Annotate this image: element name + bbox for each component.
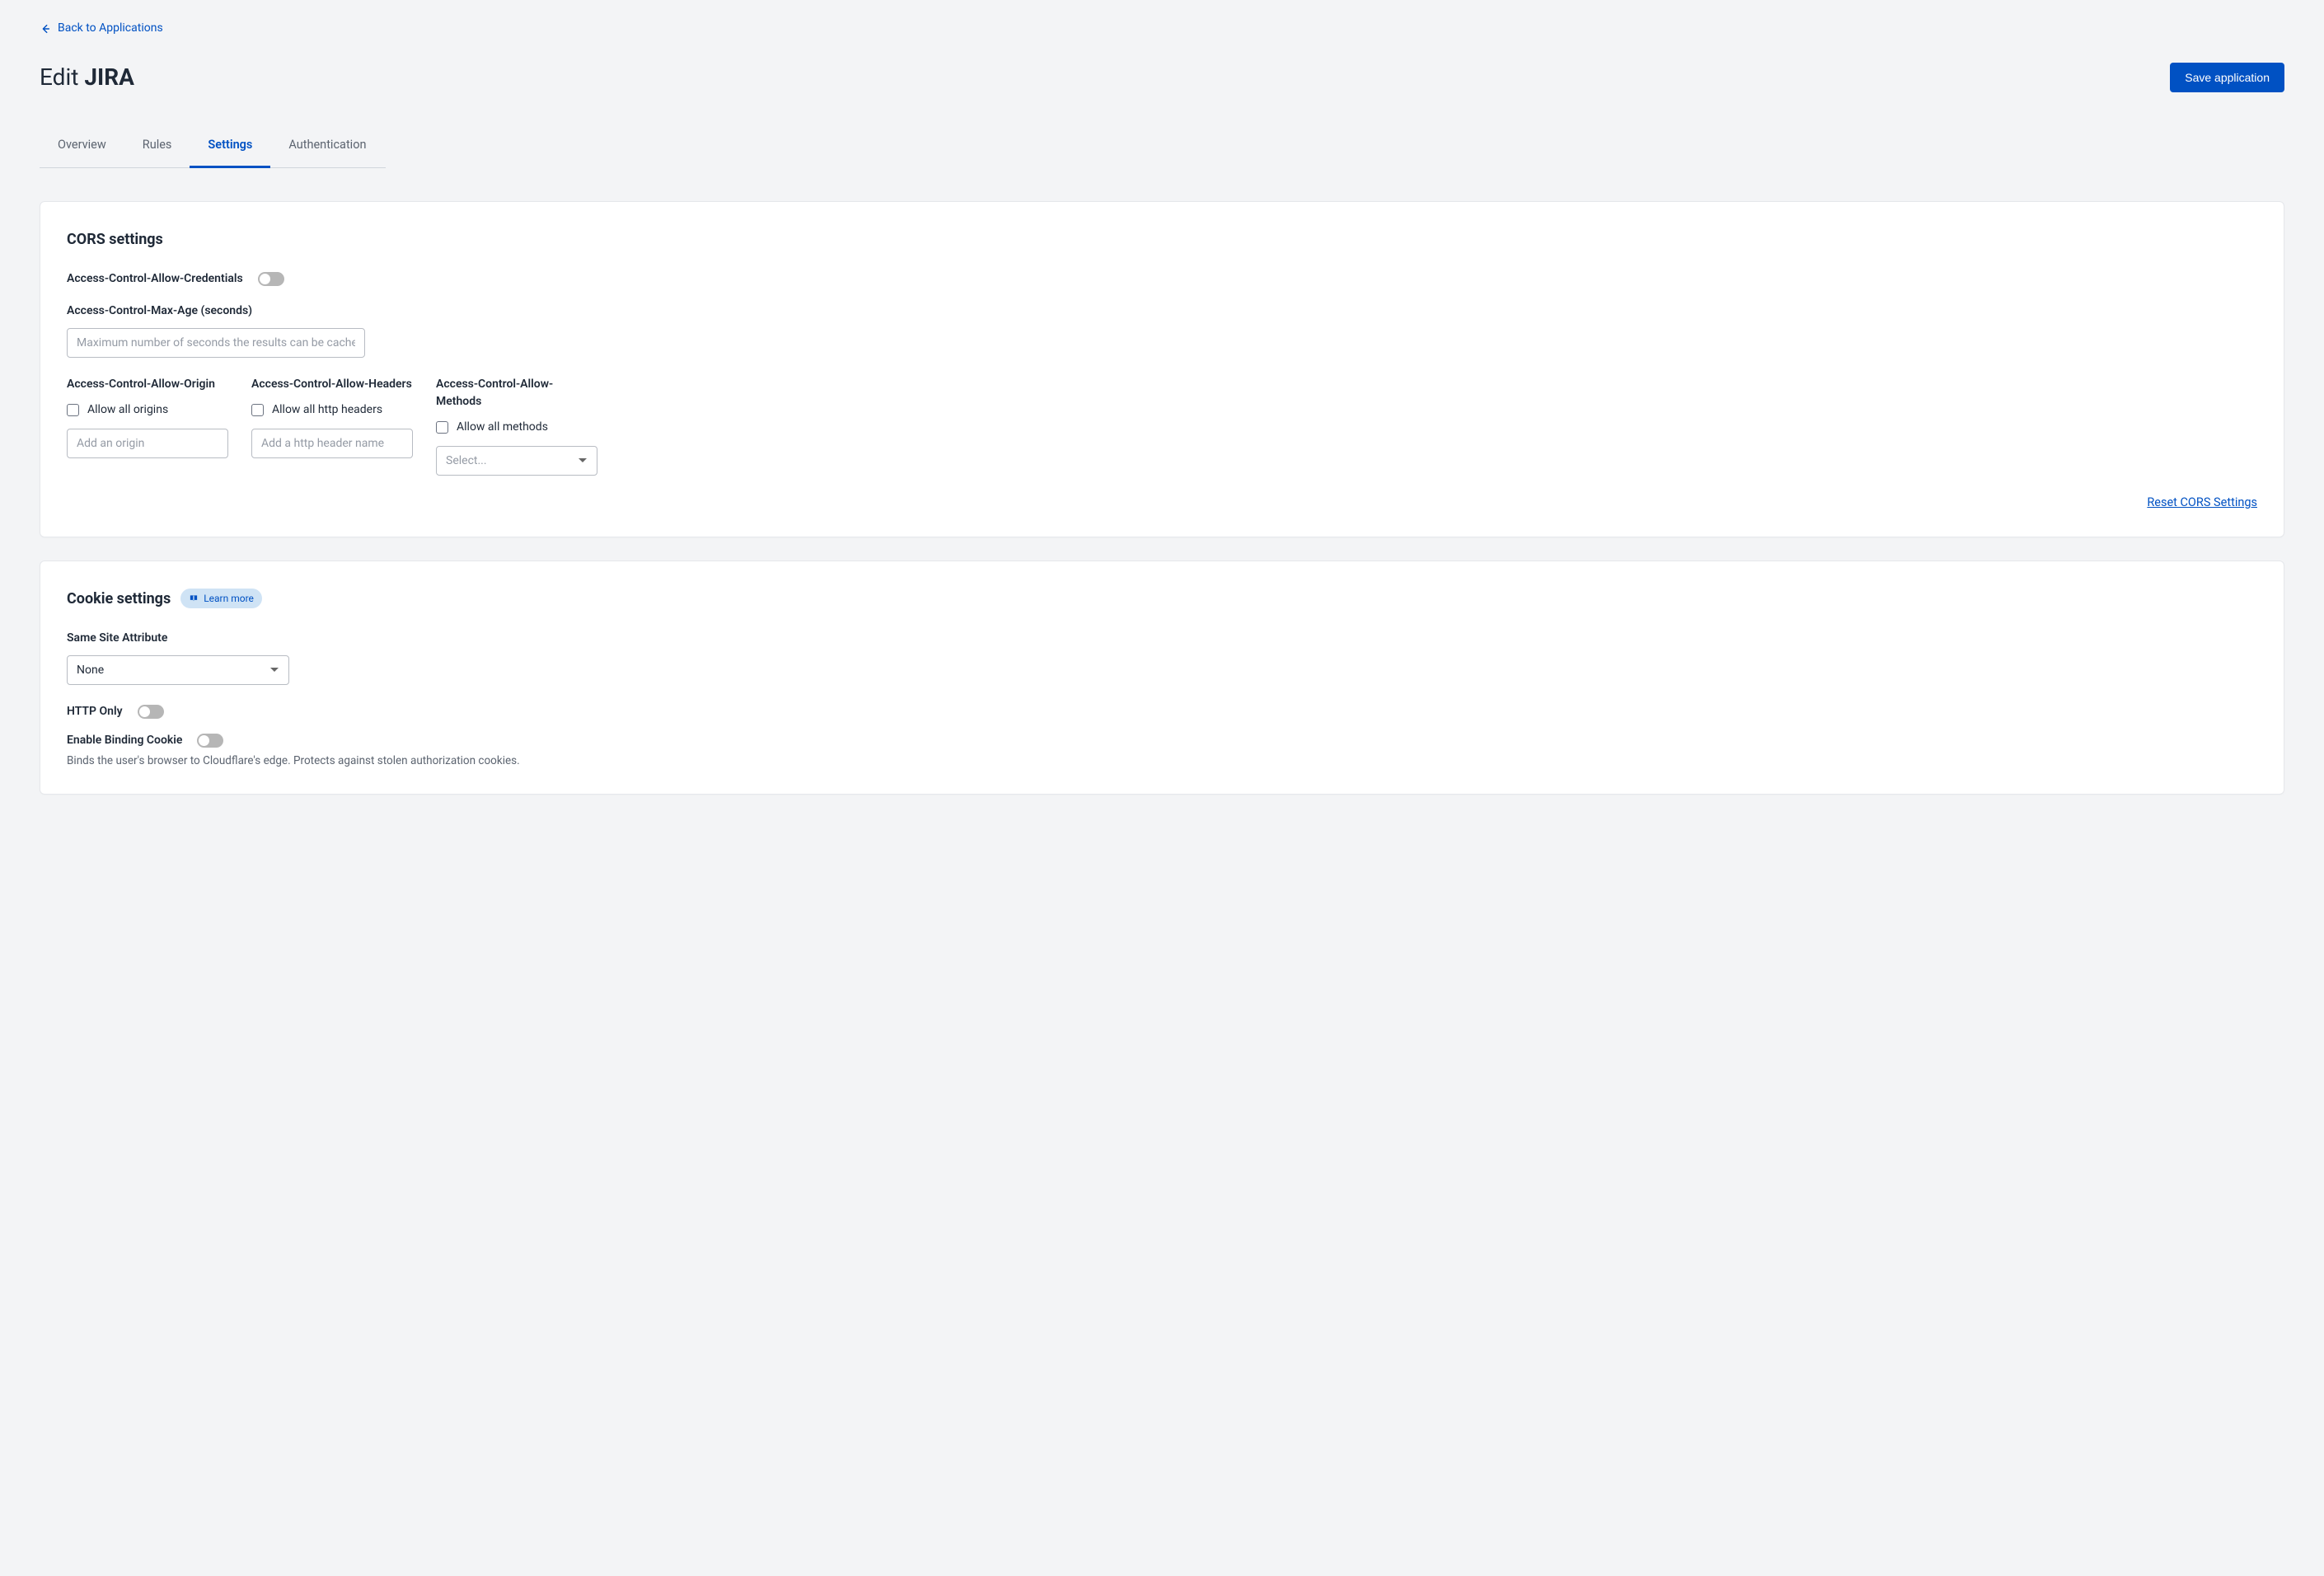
allow-methods-label: Access-Control-Allow-Methods [436,376,597,410]
allow-headers-label: Access-Control-Allow-Headers [251,376,413,393]
allow-all-methods-checkbox[interactable] [436,421,448,434]
binding-cookie-help: Binds the user's browser to Cloudflare's… [67,753,2257,769]
save-application-button[interactable]: Save application [2170,63,2284,92]
allow-all-headers-checkbox[interactable] [251,404,264,416]
add-header-input[interactable] [251,429,413,458]
allow-all-headers-label: Allow all http headers [272,401,382,419]
tab-settings[interactable]: Settings [190,124,270,168]
learn-more-badge[interactable]: Learn more [180,589,262,608]
add-origin-input[interactable] [67,429,228,458]
tab-authentication[interactable]: Authentication [270,124,384,168]
http-only-toggle[interactable] [138,705,164,719]
tab-overview[interactable]: Overview [40,124,124,168]
same-site-select[interactable]: None [67,655,289,685]
book-icon [189,594,199,603]
allow-credentials-label: Access-Control-Allow-Credentials [67,270,243,288]
cookie-settings-card: Cookie settings Learn more Same Site Att… [40,561,2284,795]
back-to-applications-link[interactable]: Back to Applications [40,16,163,37]
reset-cors-link[interactable]: Reset CORS Settings [2147,494,2257,512]
same-site-label: Same Site Attribute [67,630,2257,647]
max-age-label: Access-Control-Max-Age (seconds) [67,303,2257,320]
allow-all-methods-label: Allow all methods [457,419,548,436]
arrow-left-icon [40,23,51,35]
back-link-label: Back to Applications [58,20,163,37]
binding-cookie-label: Enable Binding Cookie [67,732,182,749]
allow-all-origins-checkbox[interactable] [67,404,79,416]
page-title: Edit JIRA [40,60,134,95]
tab-rules[interactable]: Rules [124,124,190,168]
cookie-title: Cookie settings [67,588,171,610]
binding-cookie-toggle[interactable] [197,734,223,748]
max-age-input[interactable] [67,328,365,358]
allow-origin-label: Access-Control-Allow-Origin [67,376,228,393]
allow-all-origins-label: Allow all origins [87,401,168,419]
methods-select[interactable]: Select... [436,446,597,476]
cors-settings-card: CORS settings Access-Control-Allow-Crede… [40,201,2284,537]
tabs: Overview Rules Settings Authentication [40,124,386,168]
http-only-label: HTTP Only [67,703,123,720]
allow-credentials-toggle[interactable] [258,272,284,286]
cors-title: CORS settings [67,228,2257,251]
